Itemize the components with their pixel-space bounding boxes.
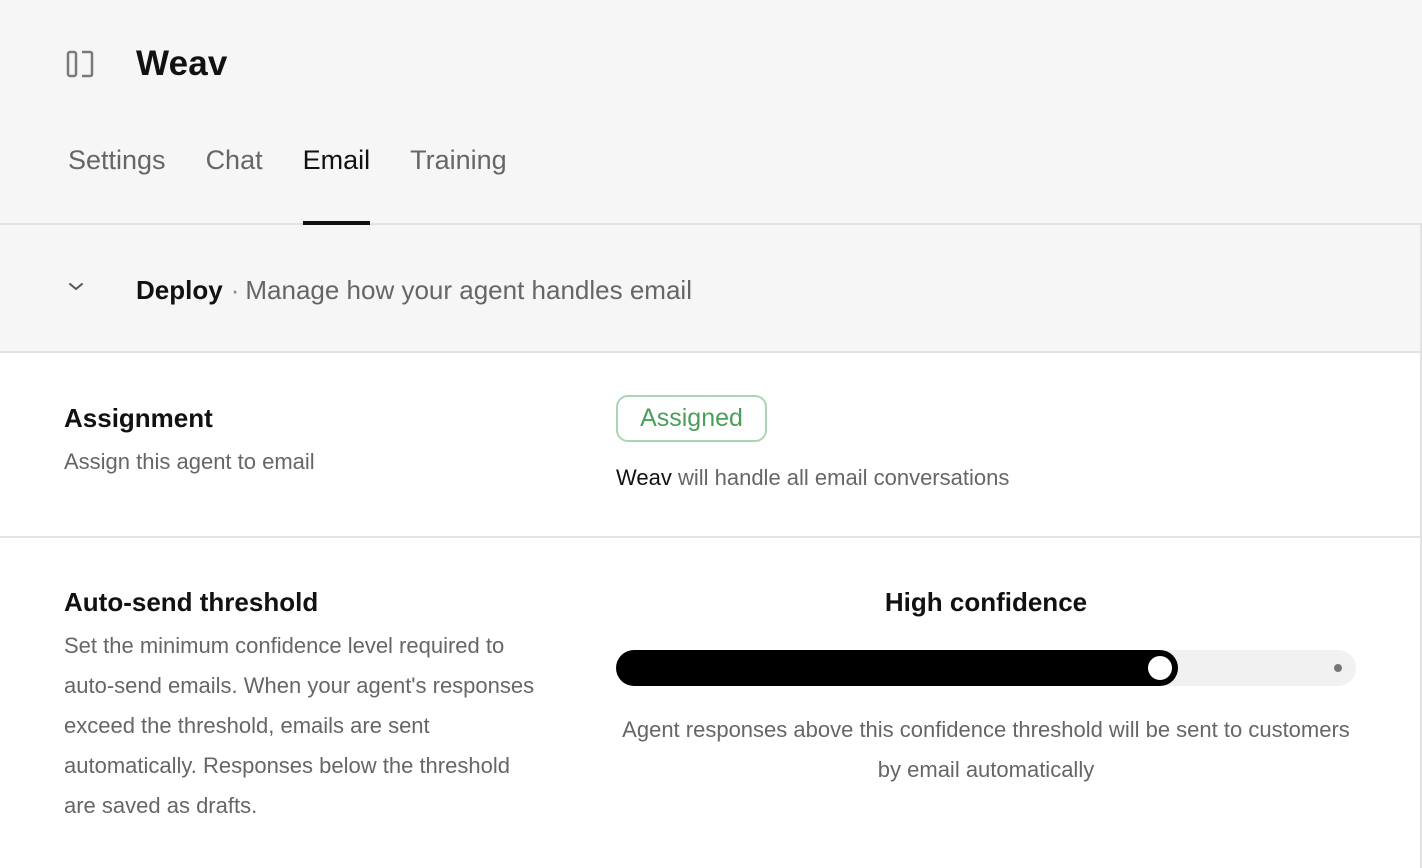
sidebar-toggle-glyph <box>66 50 94 78</box>
slider-end-dot <box>1334 664 1342 672</box>
assignment-note-agent: Weav <box>616 465 672 490</box>
assignment-title: Assignment <box>64 403 213 433</box>
threshold-note: Agent responses above this confidence th… <box>622 717 1350 782</box>
chevron-down-glyph <box>69 283 83 290</box>
assigned-status-button[interactable]: Assigned <box>616 395 767 442</box>
chevron-down-icon[interactable] <box>64 274 88 298</box>
deploy-separator: · <box>230 275 240 305</box>
confidence-level-label: High confidence <box>884 587 1088 617</box>
app-title: Weav <box>136 44 228 83</box>
assignment-note: Weav will handle all email conversations <box>616 460 1009 496</box>
app-header: Weav Settings Chat Email Training <box>0 0 1422 225</box>
confidence-slider-fill <box>616 650 1178 686</box>
tab-training[interactable]: Training <box>410 138 507 224</box>
sidebar-toggle-icon[interactable] <box>64 48 96 80</box>
tab-chat[interactable]: Chat <box>206 138 263 224</box>
threshold-description: Set the minimum confidence level require… <box>64 633 535 818</box>
tab-bar: Settings Chat Email Training <box>68 138 547 225</box>
confidence-slider-handle[interactable] <box>1145 653 1175 683</box>
deploy-description: Manage how your agent handles email <box>245 275 692 305</box>
tab-email[interactable]: Email <box>302 138 370 225</box>
deploy-heading: Deploy · Manage how your agent handles ema… <box>136 270 692 310</box>
assignment-description: Assign this agent to email <box>64 449 315 474</box>
threshold-title: Auto-send threshold <box>64 587 319 617</box>
tab-settings[interactable]: Settings <box>68 138 166 224</box>
assignment-note-text: will handle all email conversations <box>671 465 1010 490</box>
confidence-slider[interactable] <box>616 650 1356 686</box>
deploy-title: Deploy <box>136 275 223 305</box>
